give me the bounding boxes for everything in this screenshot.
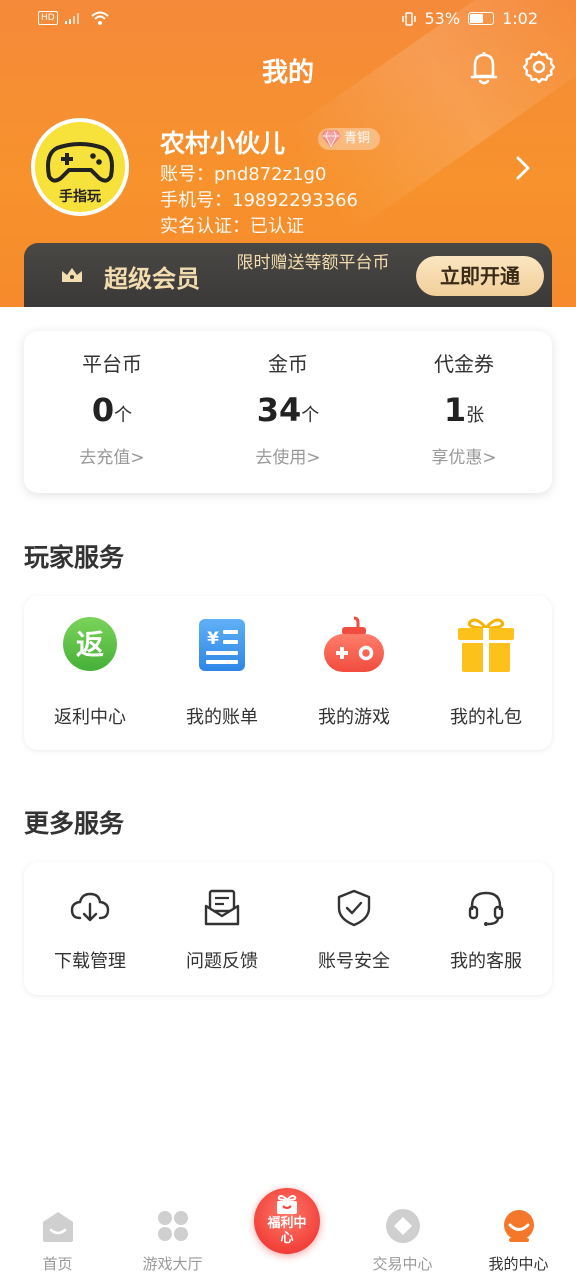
- battery-percent: 53%: [424, 9, 461, 28]
- nav-label: 首页: [42, 1255, 73, 1273]
- wallet-unit: 个: [301, 405, 320, 426]
- phone-number: 手机号：19892293366: [160, 190, 358, 211]
- wallet-label: 代金券: [434, 352, 494, 376]
- service-download-manager[interactable]: 下载管理: [24, 862, 156, 995]
- nav-trade-center[interactable]: 交易中心: [345, 1190, 460, 1280]
- status-right: 53% 1:02: [401, 9, 538, 28]
- clock: 1:02: [502, 9, 538, 28]
- wallet-number: 34: [256, 391, 302, 429]
- service-label: 我的礼包: [450, 707, 522, 728]
- service-my-games[interactable]: 我的游戏: [288, 596, 420, 750]
- service-feedback[interactable]: 问题反馈: [156, 862, 288, 995]
- service-label: 下载管理: [54, 951, 126, 972]
- gamepad-icon: [324, 616, 384, 672]
- wallet-label: 金币: [268, 352, 308, 376]
- wallet-gold-coin[interactable]: 金币 34个 去使用>: [200, 331, 376, 493]
- home-icon: [43, 1212, 73, 1242]
- welfare-center-label: 福利中心: [267, 1216, 307, 1246]
- service-label: 我的游戏: [318, 707, 390, 728]
- wallet-unit: 个: [114, 405, 133, 426]
- shield-icon: [337, 889, 371, 927]
- bill-icon-text: ¥: [207, 629, 219, 649]
- service-rebate-center[interactable]: 返 返利中心: [24, 596, 156, 750]
- signal-icon: [64, 13, 79, 24]
- hd-icon: HD: [38, 11, 58, 25]
- bill-icon: ¥: [199, 619, 245, 671]
- wallet-label: 平台币: [82, 352, 142, 376]
- service-customer-support[interactable]: 我的客服: [420, 862, 552, 995]
- username: 农村小伙儿: [160, 129, 286, 158]
- vip-title: 超级会员: [104, 265, 200, 293]
- battery-fill: [470, 14, 483, 23]
- use-link[interactable]: 去使用>: [200, 443, 376, 468]
- cloud-download-icon: [70, 892, 110, 922]
- rebate-icon: 返: [63, 617, 117, 671]
- nav-label: 游戏大厅: [142, 1255, 203, 1273]
- nav-game-hall[interactable]: 游戏大厅: [115, 1190, 230, 1280]
- service-label: 账号安全: [318, 951, 390, 972]
- diamond-icon: [321, 130, 341, 148]
- wallet-value: 34个: [200, 391, 376, 429]
- wallet-value: 0个: [24, 391, 200, 429]
- vip-banner[interactable]: 超级会员 限时赠送等额平台币 立即开通: [24, 243, 552, 307]
- more-services-title: 更多服务: [24, 809, 125, 838]
- crown-icon: [62, 268, 82, 282]
- nav-label: 交易中心: [372, 1255, 433, 1273]
- headset-icon: [468, 891, 504, 926]
- gamepad-logo-icon: [46, 142, 114, 183]
- wallet-number: 0: [91, 391, 115, 429]
- service-my-bill[interactable]: ¥ 我的账单: [156, 596, 288, 750]
- vip-activate-button[interactable]: 立即开通: [416, 256, 544, 296]
- vibrate-icon: [401, 11, 416, 26]
- nav-welfare-center[interactable]: 福利中心: [254, 1188, 320, 1254]
- wallet-voucher[interactable]: 代金券 1张 享优惠>: [376, 331, 552, 493]
- wallet-value: 1张: [376, 391, 552, 429]
- profile-header: HD 53% 1:02 我的 手指玩 农村小伙儿 青铜 账号：pnd872z1g…: [0, 0, 576, 307]
- gear-icon[interactable]: [521, 49, 557, 85]
- avatar-logo-text: 手指玩: [59, 189, 101, 205]
- my-page: HD 53% 1:02 我的 手指玩 农村小伙儿 青铜 账号：pnd872z1g…: [0, 0, 576, 1280]
- wallet-platform-coin[interactable]: 平台币 0个 去充值>: [24, 331, 200, 493]
- service-account-security[interactable]: 账号安全: [288, 862, 420, 995]
- account-id: 账号：pnd872z1g0: [160, 164, 327, 185]
- diamond-icon: [386, 1209, 420, 1243]
- service-label: 问题反馈: [186, 951, 258, 972]
- battery-icon: [468, 12, 495, 25]
- network-indicator: HD: [38, 10, 110, 26]
- grid-icon: [158, 1211, 188, 1241]
- avatar[interactable]: 手指玩: [31, 118, 129, 216]
- level-badge: 青铜: [318, 128, 381, 150]
- service-label: 我的客服: [450, 951, 522, 972]
- player-services-card: 返 返利中心 ¥ 我的账单 我的游戏 我的礼包: [24, 596, 552, 750]
- rebate-icon-text: 返: [76, 628, 104, 661]
- recharge-link[interactable]: 去充值>: [24, 443, 200, 468]
- player-services-title: 玩家服务: [24, 543, 125, 572]
- profile-icon: [504, 1210, 534, 1242]
- bell-icon[interactable]: [467, 50, 501, 86]
- welfare-icon: [277, 1195, 297, 1214]
- realname-status: 实名认证：已认证: [160, 216, 304, 237]
- service-label: 返利中心: [54, 707, 126, 728]
- level-badge-label: 青铜: [344, 131, 371, 146]
- wifi-icon: [91, 11, 109, 25]
- service-label: 我的账单: [186, 707, 258, 728]
- nav-home[interactable]: 首页: [0, 1190, 115, 1280]
- nav-my-center[interactable]: 我的中心: [461, 1190, 576, 1280]
- chevron-right-icon[interactable]: [512, 154, 534, 182]
- discount-link[interactable]: 享优惠>: [376, 443, 552, 468]
- more-services-card: 下载管理 问题反馈 账号安全 我的客服: [24, 862, 552, 995]
- wallet-number: 1: [443, 391, 467, 429]
- feedback-icon: [204, 889, 240, 926]
- vip-description: 限时赠送等额平台币: [236, 253, 390, 273]
- status-bar: HD 53% 1:02: [0, 0, 576, 40]
- service-my-gift[interactable]: 我的礼包: [420, 596, 552, 750]
- wallet-unit: 张: [466, 405, 485, 426]
- nav-label: 我的中心: [488, 1255, 549, 1273]
- gift-icon: [458, 618, 514, 672]
- wallet-card: 平台币 0个 去充值> 金币 34个 去使用> 代金券 1张 享优惠>: [24, 331, 552, 493]
